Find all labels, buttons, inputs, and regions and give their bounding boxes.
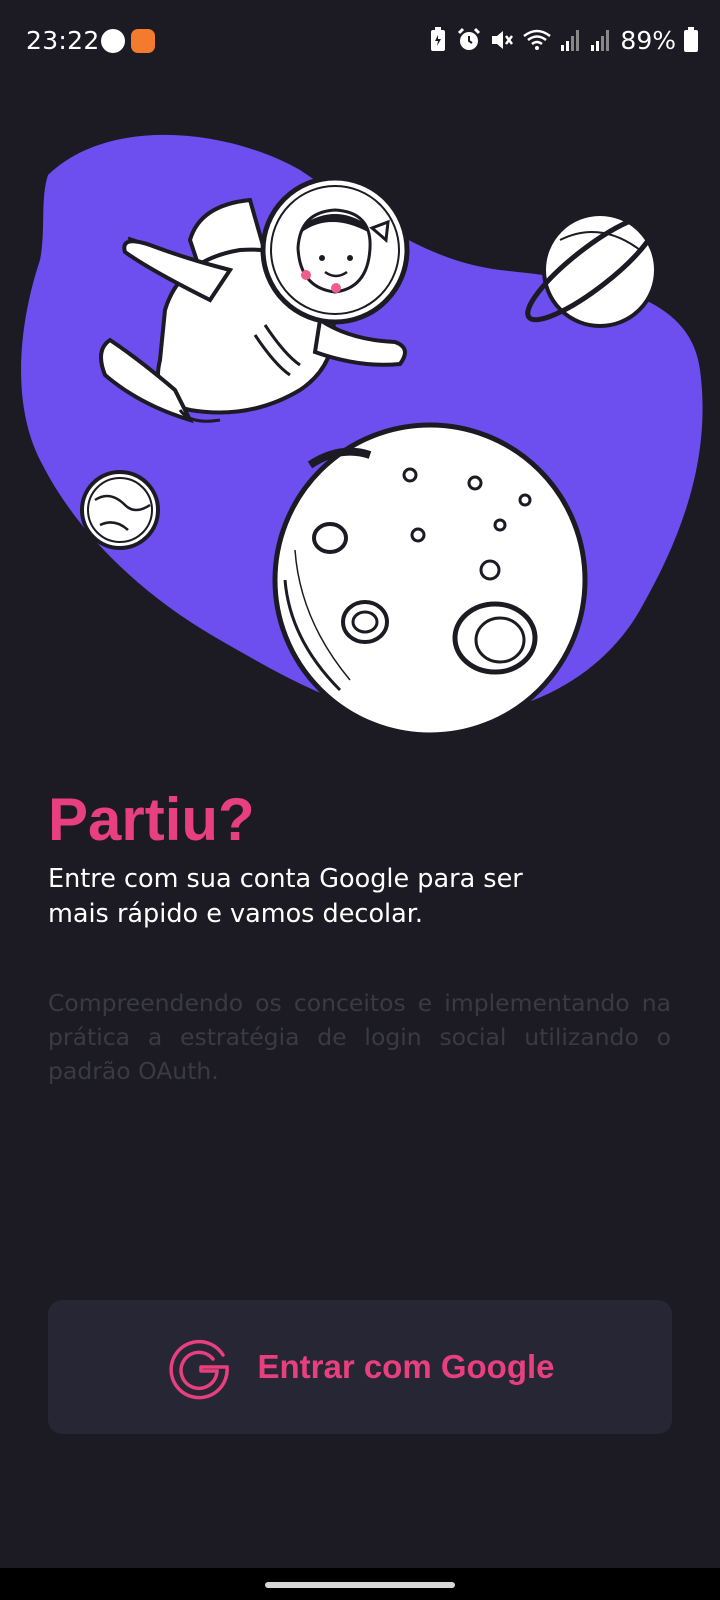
status-time: 23:22 xyxy=(26,26,100,55)
wifi-icon xyxy=(523,29,552,50)
headline: Partiu? xyxy=(48,786,255,853)
mute-icon xyxy=(492,31,514,49)
battery-icon xyxy=(684,27,698,52)
google-login-label: Entrar com Google xyxy=(257,1348,555,1385)
status-bar: 23:22 89% xyxy=(0,0,720,84)
google-login-button[interactable]: Entrar com Google xyxy=(48,1300,672,1434)
battery-saver-icon xyxy=(431,27,446,51)
astronaut-illustration xyxy=(21,134,703,738)
app-notification-icon xyxy=(101,29,125,53)
small-planet xyxy=(80,470,160,550)
google-icon xyxy=(169,1339,230,1400)
home-indicator[interactable] xyxy=(265,1582,455,1588)
signal-icon xyxy=(561,30,580,51)
mi-app-icon xyxy=(131,29,155,53)
alarm-icon xyxy=(458,27,481,50)
signal-icon-2 xyxy=(591,30,610,51)
subtitle: Entre com sua conta Google para ser mais… xyxy=(48,864,523,929)
moon xyxy=(272,422,588,738)
hero-illustration xyxy=(0,120,720,740)
status-icons: 89% xyxy=(428,24,698,56)
description: Compreendendo os conceitos e implementan… xyxy=(48,989,671,1085)
battery-percentage: 89% xyxy=(620,25,676,55)
